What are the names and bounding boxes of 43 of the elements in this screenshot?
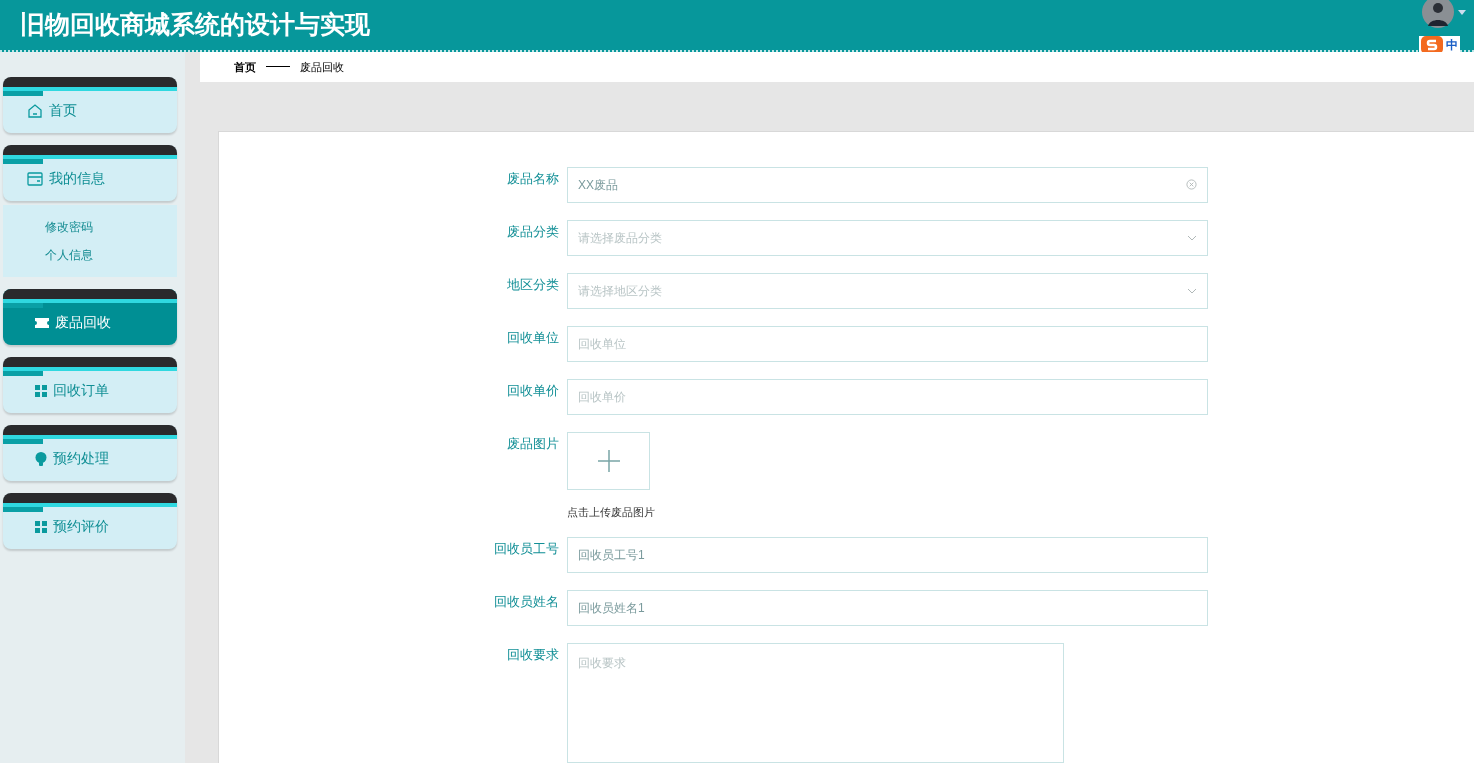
field-label: 回收员工号	[493, 540, 560, 558]
text-field[interactable]: 回收员姓名1	[567, 590, 1208, 626]
select-field[interactable]: 请选择废品分类	[567, 219, 1208, 256]
menu-item[interactable]: 预约评价	[3, 493, 177, 549]
text-field[interactable]: XX废品	[567, 166, 1208, 203]
field-label: 废品名称	[506, 169, 560, 188]
plus-icon	[597, 449, 620, 472]
field-label: 废品图片	[506, 434, 560, 453]
select-field[interactable]: 请选择地区分类	[567, 272, 1208, 309]
app-title: 旧物回收商城系统的设计与实现	[20, 9, 370, 41]
field-label: 废品分类	[506, 222, 560, 241]
bulb-icon	[35, 451, 47, 466]
field-label: 回收单价	[506, 381, 560, 400]
menu-item[interactable]: 废品回收	[3, 289, 177, 345]
submenu-item[interactable]: 个人信息	[3, 241, 177, 269]
upload-hint: 点击上传废品图片	[567, 504, 655, 520]
breadcrumb-separator	[266, 66, 290, 68]
field-label: 回收要求	[506, 646, 560, 664]
menu-item[interactable]: 回收订单	[3, 357, 177, 413]
ticket-icon	[35, 317, 49, 328]
card-icon	[27, 171, 43, 186]
upload-button[interactable]	[567, 431, 650, 490]
menu-item[interactable]: 首页	[3, 77, 177, 133]
chevron-down-icon	[1187, 287, 1197, 294]
textarea-field[interactable]: 回收要求	[567, 643, 1064, 763]
field-label: 回收单位	[506, 328, 560, 347]
grid-icon	[35, 520, 47, 533]
submenu-item[interactable]: 修改密码	[3, 213, 177, 241]
text-field[interactable]: 回收单位	[567, 325, 1208, 362]
grid-icon	[35, 384, 47, 397]
menu-item[interactable]: 我的信息	[3, 145, 177, 201]
chevron-down-icon	[1187, 234, 1197, 241]
menu-item[interactable]: 预约处理	[3, 425, 177, 481]
avatar[interactable]	[1422, 0, 1454, 28]
text-field[interactable]: 回收员工号1	[567, 537, 1208, 573]
field-label: 地区分类	[506, 275, 560, 294]
breadcrumb-item[interactable]: 废品回收	[300, 58, 344, 75]
text-field[interactable]: 回收单价	[567, 378, 1208, 415]
home-icon	[27, 102, 43, 119]
field-label: 回收员姓名	[493, 593, 560, 611]
clear-icon[interactable]	[1186, 179, 1197, 190]
caret-icon[interactable]	[1458, 10, 1466, 15]
breadcrumb-item[interactable]: 首页	[234, 58, 256, 75]
